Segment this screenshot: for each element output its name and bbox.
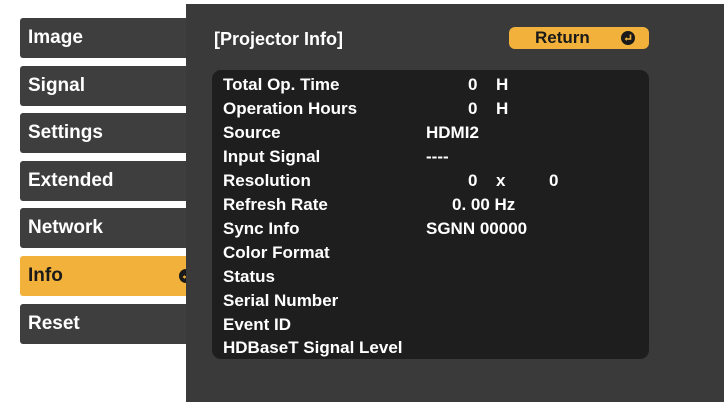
info-label: Total Op. Time xyxy=(223,75,340,94)
menu-item-image[interactable]: Image xyxy=(20,18,186,58)
enter-arrow-icon xyxy=(621,31,635,45)
return-button[interactable]: Return xyxy=(509,27,649,49)
info-label: Operation Hours xyxy=(223,99,358,118)
info-row-event-id: Event ID xyxy=(212,313,649,337)
info-value-separator: x xyxy=(496,171,506,190)
menu-item-extended[interactable]: Extended xyxy=(20,161,186,201)
info-label: Refresh Rate xyxy=(223,195,328,214)
menu-item-label: Signal xyxy=(28,75,86,96)
info-label: Status xyxy=(223,267,275,286)
info-label: Sync Info xyxy=(223,219,300,238)
menu-item-label: Info xyxy=(28,265,63,286)
info-value: SGNN 00000 xyxy=(426,219,528,238)
info-value: 0 xyxy=(468,75,478,94)
info-row-status: Status xyxy=(212,265,649,289)
info-value: 0. 00 Hz xyxy=(452,195,516,214)
info-row-refresh-rate: Refresh Rate 0. 00 Hz xyxy=(212,193,649,217)
menu-item-label: Reset xyxy=(28,313,80,334)
info-label: HDBaseT Signal Level xyxy=(223,338,403,357)
info-row-hdbaset-signal-level: HDBaseT Signal Level xyxy=(212,336,649,360)
info-list: Total Op. Time 0 H Operation Hours 0 H S… xyxy=(212,70,649,359)
menu-item-label: Network xyxy=(28,217,103,238)
info-unit: H xyxy=(496,75,509,94)
info-value: HDMI2 xyxy=(426,123,479,142)
info-row-serial-number: Serial Number xyxy=(212,289,649,313)
info-value: 0 xyxy=(468,99,478,118)
info-value-width: 0 xyxy=(468,171,478,190)
info-label: Color Format xyxy=(223,243,330,262)
menu-item-label: Extended xyxy=(28,170,114,191)
info-label: Serial Number xyxy=(223,291,339,310)
info-label: Source xyxy=(223,123,281,142)
info-row-operation-hours: Operation Hours 0 H xyxy=(212,97,649,121)
info-row-color-format: Color Format xyxy=(212,241,649,265)
menu-item-label: Settings xyxy=(28,122,103,143)
info-label: Resolution xyxy=(223,171,311,190)
menu-item-settings[interactable]: Settings xyxy=(20,113,186,153)
menu-item-network[interactable]: Network xyxy=(20,208,186,248)
projector-info-panel: [Projector Info] Return Total Op. Time 0… xyxy=(186,4,724,402)
info-label: Input Signal xyxy=(223,147,321,166)
menu-item-reset[interactable]: Reset xyxy=(20,304,186,344)
return-button-label: Return xyxy=(535,28,590,47)
info-unit: H xyxy=(496,99,509,118)
info-row-input-signal: Input Signal ---- xyxy=(212,145,649,169)
main-menu-sidebar: Image Signal Settings Extended Network I… xyxy=(0,0,201,402)
info-row-total-op-time: Total Op. Time 0 H xyxy=(212,73,649,97)
panel-title: [Projector Info] xyxy=(214,29,343,49)
info-value: ---- xyxy=(426,147,449,166)
info-row-resolution: Resolution 0 x 0 xyxy=(212,169,649,193)
info-label: Event ID xyxy=(223,315,292,334)
menu-item-info[interactable]: Info xyxy=(20,256,201,296)
info-row-source: Source HDMI2 xyxy=(212,121,649,145)
info-value-height: 0 xyxy=(549,171,559,190)
menu-item-label: Image xyxy=(28,27,83,48)
menu-item-signal[interactable]: Signal xyxy=(20,66,186,106)
info-row-sync-info: Sync Info SGNN 00000 xyxy=(212,217,649,241)
